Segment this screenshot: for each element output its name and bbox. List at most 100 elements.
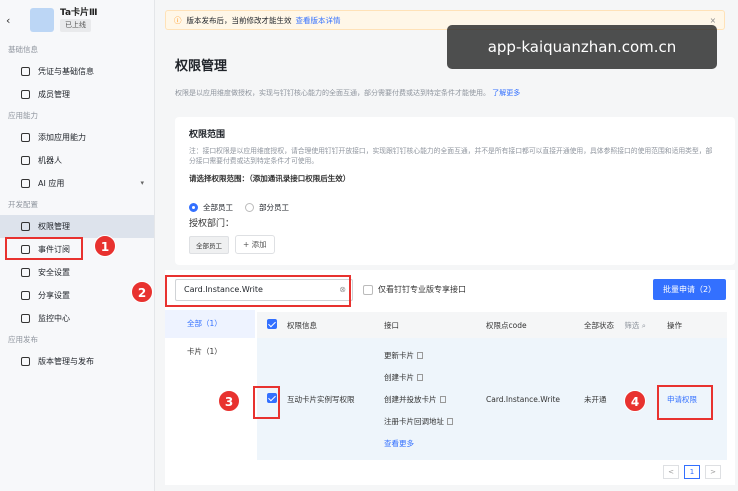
permission-scope-card: 权限范围 注：接口权限是以应用维度授权，请合理使用钉钉开放接口，实现跟钉钉核心能… xyxy=(175,117,735,265)
header-status: 全部状态 筛选 ⌕ xyxy=(584,320,667,331)
sidebar-item[interactable]: 机器人 xyxy=(0,149,154,172)
highlight-box-sidebar xyxy=(5,237,83,260)
step-badge-2: 2 xyxy=(131,281,153,303)
scope-note: 注：接口权限是以应用维度授权，请合理使用钉钉开放接口，实现跟钉钉核心能力的全面互… xyxy=(189,147,713,165)
sidebar-item-label: 分享设置 xyxy=(38,291,70,300)
step-badge-4: 4 xyxy=(624,390,646,412)
sidebar-item[interactable]: 监控中心 xyxy=(0,307,154,330)
sidebar-item[interactable]: 安全设置 xyxy=(0,261,154,284)
scope-select-label: 请选择权限范围：（添加通讯录接口权限后生效） xyxy=(189,174,351,183)
prev-page-button[interactable]: < xyxy=(663,465,679,479)
learn-more-link[interactable]: 了解更多 xyxy=(492,89,520,97)
page-description: 权限是以应用维度做授权，实现与钉钉核心能力的全面互通，部分需要付费或达到特定条件… xyxy=(175,88,520,98)
header-code: 权限点code xyxy=(486,320,527,330)
doc-icon xyxy=(447,417,453,425)
highlight-box-checkbox xyxy=(253,386,280,419)
sidebar-section-title: 应用能力 xyxy=(8,111,38,120)
view-more-link[interactable]: 查看更多 xyxy=(384,439,486,448)
dept-tag: 全部员工 xyxy=(189,235,229,254)
pro-only-filter[interactable]: 仅看钉钉专业版专享接口 xyxy=(363,284,466,295)
sidebar-item-label: AI 应用 xyxy=(38,179,65,188)
interface-label: 创建并投放卡片 xyxy=(384,394,437,404)
interface-item[interactable]: 创建卡片 xyxy=(384,373,486,382)
interface-item[interactable]: 更新卡片 xyxy=(384,351,486,360)
add-dept-button[interactable]: + 添加 xyxy=(235,235,275,254)
highlight-box-apply xyxy=(657,385,713,420)
interface-label: 更新卡片 xyxy=(384,350,414,360)
interface-item[interactable]: 创建并投放卡片 xyxy=(384,395,486,404)
close-icon[interactable]: × xyxy=(710,16,716,25)
radio-partial-staff[interactable] xyxy=(245,203,254,212)
page-title: 权限管理 xyxy=(175,59,228,74)
interface-list: 更新卡片 创建卡片 创建并投放卡片 注册卡片回调地址 查看更多 xyxy=(384,351,486,448)
grid-icon xyxy=(21,133,30,142)
page-number-button[interactable]: 1 xyxy=(684,465,700,479)
app-logo xyxy=(30,8,54,32)
lock-icon xyxy=(21,222,30,231)
table-header: 权限信息 接口 权限点code 全部状态 筛选 ⌕ 操作 xyxy=(257,312,727,338)
step-badge-1: 1 xyxy=(94,235,116,257)
sidebar-item[interactable]: 添加应用能力 xyxy=(0,126,154,149)
sidebar-item[interactable]: 凭证与基础信息 xyxy=(0,60,154,83)
main-content: ⓘ 版本发布后，当前修改才能生效 查看版本详情 × 权限管理 权限是以应用维度做… xyxy=(155,0,738,491)
sidebar-item-label: 权限管理 xyxy=(38,222,70,231)
interface-label: 创建卡片 xyxy=(384,372,414,382)
pro-only-checkbox[interactable] xyxy=(363,284,373,295)
sidebar-item-label: 成员管理 xyxy=(38,90,70,99)
app-status-badge: 已上线 xyxy=(60,19,91,32)
batch-apply-button[interactable]: 批量申请（2） xyxy=(653,279,726,300)
sidebar-item-label: 凭证与基础信息 xyxy=(38,67,94,76)
scope-radio-group: 全部员工 部分员工 xyxy=(189,202,289,213)
sidebar-item[interactable]: AI 应用 ▾ xyxy=(0,172,154,195)
doc-icon xyxy=(417,351,423,359)
shield-icon xyxy=(21,67,30,76)
chevron-down-icon[interactable]: ▾ xyxy=(140,172,144,195)
step-badge-3: 3 xyxy=(218,390,240,412)
row-interfaces: 更新卡片 创建卡片 创建并投放卡片 注册卡片回调地址 查看更多 xyxy=(384,351,486,448)
chevron-left-icon[interactable]: ‹ xyxy=(6,14,20,27)
header-status-label: 全部状态 xyxy=(584,320,614,330)
sidebar-item[interactable]: 权限管理 xyxy=(0,215,154,238)
version-icon xyxy=(21,357,30,366)
header-permission-info: 权限信息 xyxy=(287,320,317,330)
sidebar-item-label: 机器人 xyxy=(38,156,62,165)
sidebar-item[interactable]: 版本管理与发布 xyxy=(0,350,154,373)
security-icon xyxy=(21,268,30,277)
next-page-button[interactable]: > xyxy=(705,465,721,479)
sidebar-item-label: 监控中心 xyxy=(38,314,70,323)
doc-icon xyxy=(417,373,423,381)
header-interface: 接口 xyxy=(384,320,399,330)
row-code: Card.Instance.Write xyxy=(486,394,561,404)
monitor-icon xyxy=(21,314,30,323)
category-tabs: 全部（1） 卡片（1） xyxy=(165,310,255,366)
radio-all-staff[interactable] xyxy=(189,203,198,212)
doc-icon xyxy=(439,395,446,403)
radio-all-staff-label: 全部员工 xyxy=(203,203,233,212)
watermark: app-kaiquanzhan.com.cn xyxy=(447,25,717,69)
user-icon xyxy=(21,90,30,99)
auth-dept-row: 全部员工 + 添加 xyxy=(189,235,275,254)
sidebar-item-label: 安全设置 xyxy=(38,268,70,277)
robot-icon xyxy=(21,156,30,165)
status-filter[interactable]: 筛选 ⌕ xyxy=(624,321,646,330)
tab-all[interactable]: 全部（1） xyxy=(165,310,255,338)
header-action: 操作 xyxy=(667,320,682,330)
tab-card[interactable]: 卡片（1） xyxy=(165,338,255,366)
sidebar-item[interactable]: 成员管理 xyxy=(0,83,154,106)
status-filter-label: 筛选 xyxy=(624,320,640,330)
select-all-checkbox[interactable] xyxy=(267,319,277,329)
interface-label: 注册卡片回调地址 xyxy=(384,416,444,426)
warning-icon: ⓘ xyxy=(174,15,182,25)
notice-link[interactable]: 查看版本详情 xyxy=(296,15,341,26)
search-icon: ⌕ xyxy=(641,320,646,330)
interface-item[interactable]: 注册卡片回调地址 xyxy=(384,417,486,426)
pro-only-label: 仅看钉钉专业版专享接口 xyxy=(378,285,466,294)
highlight-box-search xyxy=(165,275,351,307)
radio-partial-staff-label: 部分员工 xyxy=(259,203,289,212)
pagination: < 1 > xyxy=(663,465,721,479)
auth-dept-label: 授权部门： xyxy=(189,219,235,229)
ai-icon xyxy=(21,179,30,188)
share-icon xyxy=(21,291,30,300)
sidebar-sections: 基础信息 凭证与基础信息 成员管理 应用能力 添加应用能力 机器人 AI 应用 ▾ 开发配置 权限… xyxy=(0,40,154,373)
sidebar-section-title: 基础信息 xyxy=(8,45,38,54)
